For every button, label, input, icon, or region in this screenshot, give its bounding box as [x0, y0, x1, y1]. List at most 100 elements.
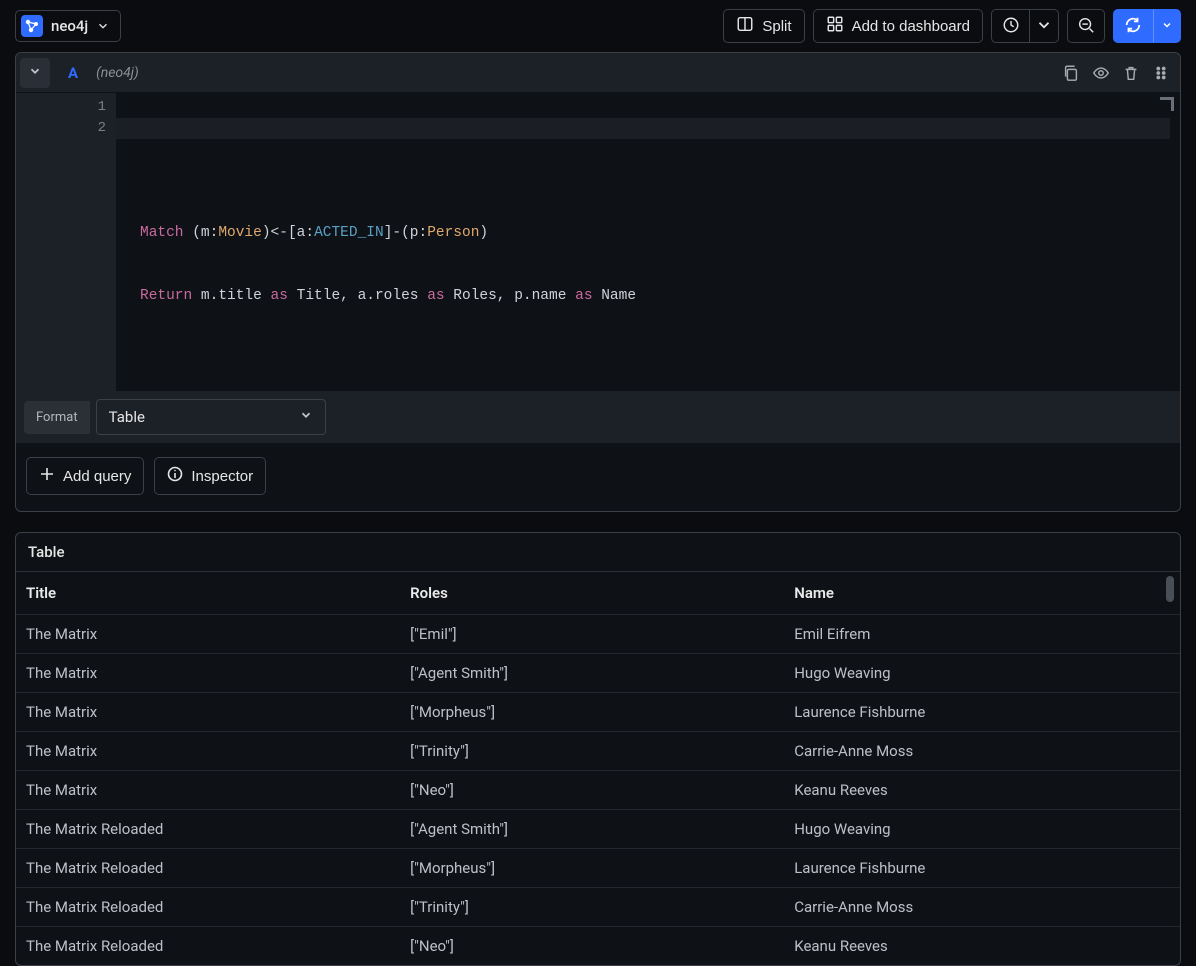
table-row[interactable]: The Matrix Reloaded["Neo"]Keanu Reeves	[16, 926, 1180, 965]
format-row: Format Table	[16, 391, 1180, 443]
query-letter: A	[56, 64, 90, 82]
format-value: Table	[109, 408, 145, 426]
table-cell: Laurence Fishburne	[784, 849, 1180, 887]
table-cell: Hugo Weaving	[784, 810, 1180, 848]
line-gutter: 1 2	[16, 93, 116, 391]
code-editor[interactable]: 1 2 Match (m:Movie)<-[a:ACTED_IN]-(p:Per…	[16, 93, 1180, 391]
table-cell: ["Morpheus"]	[400, 693, 784, 731]
table-row[interactable]: The Matrix["Trinity"]Carrie-Anne Moss	[16, 731, 1180, 770]
chevron-down-icon	[96, 19, 110, 33]
table-cell: The Matrix Reloaded	[16, 888, 400, 926]
add-query-button[interactable]: Add query	[26, 457, 144, 495]
code-line: Match (m:Movie)<-[a:ACTED_IN]-(p:Person)	[140, 223, 1180, 244]
table-cell: Emil Eifrem	[784, 615, 1180, 653]
table-row[interactable]: The Matrix Reloaded["Morpheus"]Laurence …	[16, 848, 1180, 887]
table-row[interactable]: The Matrix Reloaded["Agent Smith"]Hugo W…	[16, 809, 1180, 848]
chevron-down-icon	[28, 64, 42, 82]
table-cell: Carrie-Anne Moss	[784, 732, 1180, 770]
table-row[interactable]: The Matrix["Neo"]Keanu Reeves	[16, 770, 1180, 809]
table-cell: ["Neo"]	[400, 771, 784, 809]
table-cell: The Matrix Reloaded	[16, 849, 400, 887]
table-cell: The Matrix	[16, 654, 400, 692]
run-group	[1113, 9, 1181, 43]
history-button[interactable]	[991, 9, 1029, 43]
resize-corner-icon	[1160, 97, 1174, 111]
format-label: Format	[24, 401, 90, 434]
table-cell: ["Trinity"]	[400, 732, 784, 770]
column-header[interactable]: Title	[16, 572, 400, 614]
top-toolbar: neo4j Split Add to dashboard	[0, 0, 1196, 52]
code-line: Return m.title as Title, a.roles as Role…	[140, 286, 1180, 307]
table-cell: Laurence Fishburne	[784, 693, 1180, 731]
database-selector[interactable]: neo4j	[15, 10, 121, 42]
eye-button[interactable]	[1092, 64, 1110, 82]
table-row[interactable]: The Matrix["Morpheus"]Laurence Fishburne	[16, 692, 1180, 731]
results-title: Table	[16, 533, 1180, 572]
table-cell: The Matrix	[16, 732, 400, 770]
database-name: neo4j	[51, 17, 88, 35]
info-icon	[167, 466, 183, 486]
results-table: Title Roles Name The Matrix["Emil"]Emil …	[16, 572, 1180, 965]
query-card: A (neo4j) 1 2 Match (m:M	[15, 52, 1181, 512]
table-row[interactable]: The Matrix["Agent Smith"]Hugo Weaving	[16, 653, 1180, 692]
copy-button[interactable]	[1062, 64, 1080, 82]
split-label: Split	[762, 18, 791, 35]
dashboard-icon	[826, 15, 844, 37]
split-icon	[736, 15, 754, 37]
table-cell: The Matrix Reloaded	[16, 927, 400, 965]
delete-button[interactable]	[1122, 64, 1140, 82]
toolbar-actions: Split Add to dashboard	[723, 9, 1181, 43]
run-dropdown[interactable]	[1153, 9, 1181, 43]
chevron-down-icon	[299, 408, 313, 426]
table-cell: ["Morpheus"]	[400, 849, 784, 887]
column-header[interactable]: Name	[784, 572, 1180, 614]
table-cell: ["Agent Smith"]	[400, 654, 784, 692]
active-line-highlight	[116, 118, 1170, 139]
inspector-button[interactable]: Inspector	[154, 457, 266, 495]
line-number: 1	[16, 97, 116, 118]
query-header: A (neo4j)	[16, 53, 1180, 93]
table-cell: ["Neo"]	[400, 927, 784, 965]
table-cell: The Matrix	[16, 615, 400, 653]
drag-handle[interactable]	[1152, 64, 1170, 82]
table-cell: The Matrix Reloaded	[16, 810, 400, 848]
table-cell: ["Trinity"]	[400, 888, 784, 926]
split-button[interactable]: Split	[723, 9, 804, 43]
table-cell: The Matrix	[16, 771, 400, 809]
table-row[interactable]: The Matrix Reloaded["Trinity"]Carrie-Ann…	[16, 887, 1180, 926]
table-cell: The Matrix	[16, 693, 400, 731]
run-button[interactable]	[1113, 9, 1153, 43]
query-context: (neo4j)	[96, 65, 139, 81]
table-cell: ["Agent Smith"]	[400, 810, 784, 848]
inspector-label: Inspector	[191, 468, 253, 485]
code-area[interactable]: Match (m:Movie)<-[a:ACTED_IN]-(p:Person)…	[116, 93, 1180, 391]
table-cell: Keanu Reeves	[784, 927, 1180, 965]
format-select[interactable]: Table	[96, 399, 326, 435]
query-footer: Add query Inspector	[16, 443, 1180, 511]
plus-icon	[39, 466, 55, 486]
scrollbar-thumb[interactable]	[1166, 576, 1174, 602]
zoom-out-button[interactable]	[1067, 9, 1105, 43]
history-dropdown[interactable]	[1029, 9, 1059, 43]
results-table-container: Title Roles Name The Matrix["Emil"]Emil …	[16, 572, 1180, 965]
table-cell: Carrie-Anne Moss	[784, 888, 1180, 926]
collapse-toggle[interactable]	[20, 58, 50, 88]
table-row[interactable]: The Matrix["Emil"]Emil Eifrem	[16, 614, 1180, 653]
add-to-dashboard-button[interactable]: Add to dashboard	[813, 9, 983, 43]
table-header-row: Title Roles Name	[16, 572, 1180, 614]
results-card: Table Title Roles Name The Matrix["Emil"…	[15, 532, 1181, 966]
zoom-out-icon	[1077, 16, 1095, 37]
history-group	[991, 9, 1059, 43]
refresh-icon	[1124, 16, 1142, 37]
clock-icon	[1002, 16, 1020, 37]
neo4j-logo-icon	[21, 15, 43, 37]
add-query-label: Add query	[63, 468, 131, 485]
dashboard-label: Add to dashboard	[852, 18, 970, 35]
chevron-down-icon	[1161, 19, 1173, 34]
table-cell: Hugo Weaving	[784, 654, 1180, 692]
column-header[interactable]: Roles	[400, 572, 784, 614]
chevron-down-icon	[1035, 16, 1053, 37]
table-cell: Keanu Reeves	[784, 771, 1180, 809]
line-number: 2	[16, 118, 116, 139]
table-cell: ["Emil"]	[400, 615, 784, 653]
